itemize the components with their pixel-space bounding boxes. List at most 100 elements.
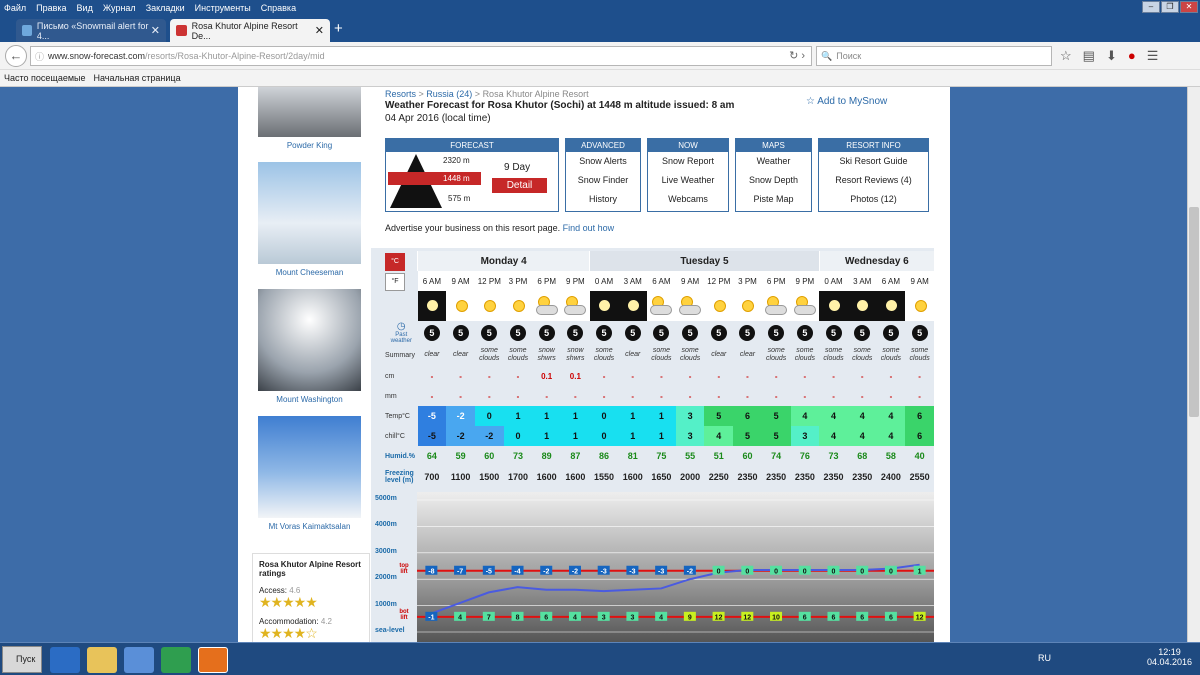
menu-file[interactable]: Файл	[4, 3, 26, 13]
nav-ski-guide[interactable]: Ski Resort Guide	[819, 152, 928, 171]
resort-photo[interactable]	[258, 416, 361, 518]
unit-c-button[interactable]: °C	[385, 253, 405, 271]
info-icon[interactable]: ⓘ	[35, 50, 44, 63]
firefox-icon[interactable]	[198, 647, 228, 673]
add-to-mysnow-link[interactable]: ☆ Add to MySnow	[806, 96, 887, 107]
unit-f-button[interactable]: °F	[385, 273, 405, 291]
ie-icon[interactable]	[50, 647, 80, 673]
bot-value: 12	[715, 614, 723, 621]
nav-piste-map[interactable]: Piste Map	[736, 190, 811, 209]
summary-cell: some clouds	[909, 347, 930, 362]
snow-cell: -	[688, 371, 692, 381]
resort-photo[interactable]	[258, 289, 361, 391]
url-bar[interactable]: ⓘ www.snow-forecast.com /resorts/Rosa-Kh…	[30, 46, 812, 66]
bookmark-star-icon[interactable]: ☆	[1060, 48, 1072, 64]
accommodation-stars: ★★★★☆	[259, 625, 318, 641]
minimize-button[interactable]: –	[1142, 1, 1160, 13]
bookmark-start-page[interactable]: Начальная страница	[94, 73, 181, 83]
tab-snowmail[interactable]: Письмо «Snowmail alert for 4... ✕	[16, 19, 166, 42]
elev-bot[interactable]: 575 m	[448, 194, 470, 203]
sun-icon	[733, 291, 761, 319]
adblock-icon[interactable]: ●	[1128, 48, 1136, 64]
back-button[interactable]: ←	[5, 45, 27, 67]
menu-tools[interactable]: Инструменты	[195, 3, 251, 13]
crumb-resorts[interactable]: Resorts	[385, 89, 416, 99]
wind-cell: 5	[762, 321, 791, 344]
scroll-thumb[interactable]	[1189, 207, 1199, 417]
chill-cell: 4	[876, 426, 906, 446]
nav-live-weather[interactable]: Live Weather	[648, 171, 728, 190]
wind-arrow-icon: 5	[452, 324, 469, 341]
top-value: 1	[918, 568, 922, 575]
start-button[interactable]: Пуск	[2, 646, 42, 673]
nav-webcams[interactable]: Webcams	[648, 190, 728, 209]
elev-mid[interactable]: 1448 m	[443, 174, 470, 183]
page-viewport: Powder King Mount Cheeseman Mount Washin…	[0, 87, 1200, 642]
wind-cell: 5	[848, 321, 877, 344]
top-value: -3	[658, 568, 664, 575]
bookmark-most-visited[interactable]: Часто посещаемые	[4, 73, 86, 83]
top-value: 0	[860, 568, 864, 575]
humid-row: Humid.% 64 59 60 73 89 87 86 81 75 55 51 60 74 76 73 68 5…	[383, 446, 934, 466]
nav-weather-map[interactable]: Weather	[736, 152, 811, 171]
nav-history[interactable]: History	[566, 190, 640, 209]
day-header: Tuesday 5	[589, 251, 820, 271]
time-cell: 9 PM	[561, 271, 590, 291]
top-value: 0	[745, 568, 749, 575]
language-indicator[interactable]: RU	[1038, 653, 1051, 663]
menu-view[interactable]: Вид	[77, 3, 93, 13]
menu-history[interactable]: Журнал	[103, 3, 136, 13]
crumb-russia[interactable]: Russia (24)	[426, 89, 472, 99]
nav-snow-alerts[interactable]: Snow Alerts	[566, 152, 640, 171]
summary-cell: clear	[739, 351, 756, 358]
hamburger-menu-icon[interactable]: ☰	[1147, 48, 1159, 64]
cloud-icon	[762, 291, 790, 319]
snow-cell: -	[459, 371, 462, 381]
download-icon[interactable]: ⬇	[1106, 48, 1117, 64]
nav-reviews[interactable]: Resort Reviews (4)	[819, 171, 928, 190]
resort-photo[interactable]	[258, 162, 361, 264]
search-icon: 🔍	[821, 50, 833, 61]
media-player-icon[interactable]	[124, 647, 154, 673]
photo-caption[interactable]: Mount Cheeseman	[258, 268, 361, 277]
nav-snow-finder[interactable]: Snow Finder	[566, 171, 640, 190]
wind-arrow-icon: 5	[423, 324, 440, 341]
detail-button[interactable]: Detail	[492, 178, 547, 193]
close-window-button[interactable]: ✕	[1180, 1, 1198, 13]
nine-day-link[interactable]: 9 Day	[504, 162, 530, 173]
close-tab-icon[interactable]: ✕	[151, 24, 160, 37]
reading-list-icon[interactable]: ▤	[1083, 48, 1095, 64]
rain-cell: -	[459, 391, 462, 401]
elevation-picker: 2320 m 1448 m 575 m 9 Day Detail	[386, 152, 558, 212]
sun-icon	[906, 291, 934, 319]
menu-help[interactable]: Справка	[261, 3, 296, 13]
top-value: 0	[717, 568, 721, 575]
chrome-icon[interactable]	[161, 647, 191, 673]
sun-icon	[504, 291, 532, 319]
humid-cell: 58	[885, 451, 896, 461]
nav-photos[interactable]: Photos (12)	[819, 190, 928, 209]
reload-icon[interactable]: ↻ ›	[789, 49, 805, 62]
photo-caption[interactable]: Mt Voras Kaimaktsalan	[258, 522, 361, 531]
close-tab-icon[interactable]: ✕	[315, 24, 324, 37]
nav-advanced: ADVANCED Snow Alerts Snow Finder History	[565, 138, 641, 212]
menu-bookmarks[interactable]: Закладки	[146, 3, 185, 13]
photo-caption[interactable]: Mount Washington	[258, 395, 361, 404]
nav-snow-depth[interactable]: Snow Depth	[736, 171, 811, 190]
explorer-icon[interactable]	[87, 647, 117, 673]
rain-cell: -	[430, 391, 434, 401]
resort-photo[interactable]	[258, 87, 361, 137]
rain-cell: -	[717, 391, 721, 401]
search-input[interactable]: 🔍 Поиск	[816, 46, 1052, 66]
find-out-link[interactable]: Find out how	[563, 223, 615, 233]
maximize-button[interactable]: ❐	[1161, 1, 1179, 13]
menu-edit[interactable]: Правка	[36, 3, 66, 13]
past-weather-link[interactable]: ◷ Past weather	[383, 321, 418, 344]
new-tab-button[interactable]: +	[334, 20, 343, 37]
elev-top[interactable]: 2320 m	[443, 156, 470, 165]
clock[interactable]: 12:19 04.04.2016	[1147, 647, 1192, 667]
page-scrollbar[interactable]	[1187, 87, 1200, 642]
tab-rosa-khutor[interactable]: Rosa Khutor Alpine Resort De... ✕	[170, 19, 330, 42]
photo-caption[interactable]: Powder King	[258, 141, 361, 150]
nav-snow-report[interactable]: Snow Report	[648, 152, 728, 171]
